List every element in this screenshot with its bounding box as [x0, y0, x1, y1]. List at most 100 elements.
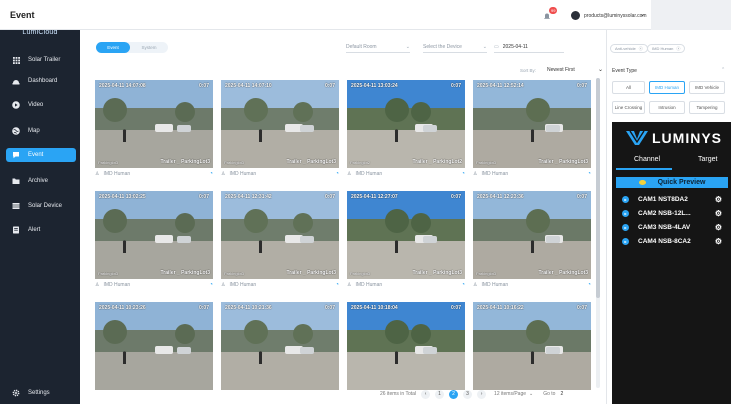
event-card[interactable]: 2025-04-11 13:03:24 0:07 Parkinglot2 Traile…	[347, 80, 465, 180]
event-thumbnail[interactable]: 2025-04-11 10:21:36 0:07	[221, 302, 339, 390]
playback-icon[interactable]: ◔	[209, 282, 213, 288]
sidebar-item-solar-device[interactable]: Solar Device	[6, 199, 76, 213]
sidebar-item-event[interactable]: Event	[6, 148, 76, 162]
event-duration: 0:07	[324, 83, 335, 89]
event-card[interactable]: 2025-04-11 12:23:36 0:07 Parkinglot3 Traile…	[473, 191, 591, 291]
user-email[interactable]: products@luminyssolar.com	[584, 13, 647, 19]
camera-name: CAM3 NSB-4LAV	[638, 223, 691, 231]
event-type-intrusion[interactable]: Intrusion	[649, 101, 685, 114]
gear-icon[interactable]: ⚙	[715, 223, 722, 232]
close-icon[interactable]: ⓧ	[676, 46, 680, 52]
tab-event[interactable]: Event	[96, 42, 130, 53]
event-type-imd-human[interactable]: IMD Human	[649, 81, 685, 94]
scrollbar[interactable]	[596, 78, 600, 388]
sidebar-item-dashboard[interactable]: Dashboard	[6, 74, 76, 88]
event-type-imd-vehicle[interactable]: IMD Vehicle	[689, 81, 725, 94]
close-icon[interactable]: ⓧ	[639, 46, 643, 52]
camera-row[interactable]: ▸ CAM3 NSB-4LAV ⚙	[622, 222, 722, 232]
event-type: IMD Human	[103, 282, 131, 288]
scene-image	[95, 302, 213, 390]
page-button[interactable]: 1	[435, 389, 445, 399]
scene-image	[347, 302, 465, 390]
event-thumbnail[interactable]: 2025-04-11 12:52:14 0:07 Parkinglot3 Traile…	[473, 80, 591, 168]
tab-system[interactable]: System	[132, 42, 166, 53]
playback-icon[interactable]: ◔	[587, 171, 591, 177]
sidebar-item-label: Solar Trailer	[28, 57, 61, 63]
sidebar-item-map[interactable]: Map	[6, 124, 76, 138]
avatar[interactable]	[571, 11, 580, 20]
playback-icon[interactable]: ◔	[461, 171, 465, 177]
event-card[interactable]: 2025-04-11 10:18:04 0:07	[347, 302, 465, 390]
page-button[interactable]: 3	[463, 389, 473, 399]
alert-icon	[12, 226, 20, 234]
gear-icon[interactable]: ⚙	[715, 195, 722, 204]
event-card[interactable]: 2025-04-11 12:27:07 0:07 Parkinglot3 Traile…	[347, 191, 465, 291]
sidebar-item-settings[interactable]: Settings	[6, 386, 76, 400]
tab-channel[interactable]: Channel	[634, 156, 660, 163]
event-card[interactable]: 2025-04-11 14:07:08 0:07 Parkinglot3 Traile…	[95, 80, 213, 180]
event-card[interactable]: 2025-04-11 13:02:25 0:07 Parkinglot3 Traile…	[95, 191, 213, 291]
event-duration: 0:07	[450, 194, 461, 200]
sidebar-item-label: Event	[28, 152, 44, 158]
camera-row[interactable]: ▸ CAM1 NST8DA2 ⚙	[622, 194, 722, 204]
folder-icon	[12, 177, 20, 185]
tab-target[interactable]: Target	[698, 156, 717, 163]
date-picker[interactable]: ▭ 2025-04-11	[494, 42, 564, 53]
event-card[interactable]: 2025-04-11 10:23:26 0:07	[95, 302, 213, 390]
event-thumbnail[interactable]: 2025-04-11 12:31:42 0:07 Parkinglot3 Traile…	[221, 191, 339, 279]
sidebar-item-video[interactable]: Video	[6, 98, 76, 112]
camera-row[interactable]: ▸ CAM4 NSB-8CA2 ⚙	[622, 236, 722, 246]
sidebar-item-solar-trailer[interactable]: Solar Trailer	[6, 53, 76, 67]
prev-page-button[interactable]: ‹	[421, 389, 431, 399]
sidebar-item-alert[interactable]: Alert	[6, 223, 76, 237]
sort-select[interactable]: Newest First ⌄	[547, 65, 603, 74]
playback-icon[interactable]: ◔	[335, 282, 339, 288]
event-meta: ♙ IMD Human ◔	[221, 168, 339, 180]
room-select-value: Default Room	[346, 44, 377, 50]
playback-icon[interactable]: ◔	[587, 282, 591, 288]
event-timestamp: 2025-04-11 13:03:24	[351, 83, 398, 89]
event-thumbnail[interactable]: 2025-04-11 14:07:10 0:07 Parkinglot3 Traile…	[221, 80, 339, 168]
room-select[interactable]: Default Room ⌄	[346, 42, 410, 53]
event-duration: 0:07	[450, 83, 461, 89]
chevron-up-icon[interactable]: ⌃	[721, 67, 725, 73]
filter-chip[interactable]: Anti-vehicle ⓧ	[610, 44, 648, 53]
event-thumbnail[interactable]: 2025-04-11 10:16:22 0:07	[473, 302, 591, 390]
chevron-down-icon[interactable]: ⌄	[640, 11, 645, 18]
chevron-down-icon: ⌄	[482, 44, 487, 50]
event-type-line-crossing[interactable]: Line Crossing	[612, 101, 645, 114]
event-toolbar: Event System Default Room ⌄ Select the D…	[80, 40, 607, 56]
event-type: IMD Human	[481, 171, 509, 177]
event-thumbnail[interactable]: 2025-04-11 10:18:04 0:07	[347, 302, 465, 390]
camera-row[interactable]: ▸ CAM2 NSB-12L... ⚙	[622, 208, 722, 218]
filter-chip[interactable]: IMD Human ⓧ	[647, 44, 686, 53]
event-thumbnail[interactable]: 2025-04-11 13:02:25 0:07 Parkinglot3 Traile…	[95, 191, 213, 279]
scrollbar-thumb[interactable]	[596, 78, 600, 298]
event-thumbnail[interactable]: 2025-04-11 12:23:36 0:07 Parkinglot3 Traile…	[473, 191, 591, 279]
page-size-select[interactable]: 12 items/Page	[494, 391, 526, 397]
playback-icon[interactable]: ◔	[461, 282, 465, 288]
device-select[interactable]: Select the Device ⌄	[423, 42, 487, 53]
quick-preview-button[interactable]: Quick Preview	[616, 177, 728, 188]
event-card[interactable]: 2025-04-11 10:21:36 0:07	[221, 302, 339, 390]
event-card[interactable]: 2025-04-11 12:31:42 0:07 Parkinglot3 Traile…	[221, 191, 339, 291]
calendar-icon: ▭	[494, 44, 499, 50]
event-thumbnail[interactable]: 2025-04-11 14:07:08 0:07 Parkinglot3 Traile…	[95, 80, 213, 168]
event-thumbnail[interactable]: 2025-04-11 13:03:24 0:07 Parkinglot2 Traile…	[347, 80, 465, 168]
event-type-all[interactable]: All	[612, 81, 645, 94]
event-thumbnail[interactable]: 2025-04-11 12:27:07 0:07 Parkinglot3 Traile…	[347, 191, 465, 279]
event-card[interactable]: 2025-04-11 10:16:22 0:07	[473, 302, 591, 390]
sidebar-item-archive[interactable]: Archive	[6, 174, 76, 188]
next-page-button[interactable]: ›	[477, 389, 487, 399]
page-button-current[interactable]: 2	[449, 389, 459, 399]
event-thumbnail[interactable]: 2025-04-11 10:23:26 0:07	[95, 302, 213, 390]
play-icon	[12, 101, 20, 109]
event-card[interactable]: 2025-04-11 14:07:10 0:07 Parkinglot3 Traile…	[221, 80, 339, 180]
playback-icon[interactable]: ◔	[335, 171, 339, 177]
gear-icon[interactable]: ⚙	[715, 237, 722, 246]
event-card[interactable]: 2025-04-11 12:52:14 0:07 Parkinglot3 Traile…	[473, 80, 591, 180]
gear-icon[interactable]: ⚙	[715, 209, 722, 218]
playback-icon[interactable]: ◔	[209, 171, 213, 177]
goto-input[interactable]: 2	[560, 391, 563, 397]
event-type-tampering[interactable]: Tampering	[689, 101, 725, 114]
